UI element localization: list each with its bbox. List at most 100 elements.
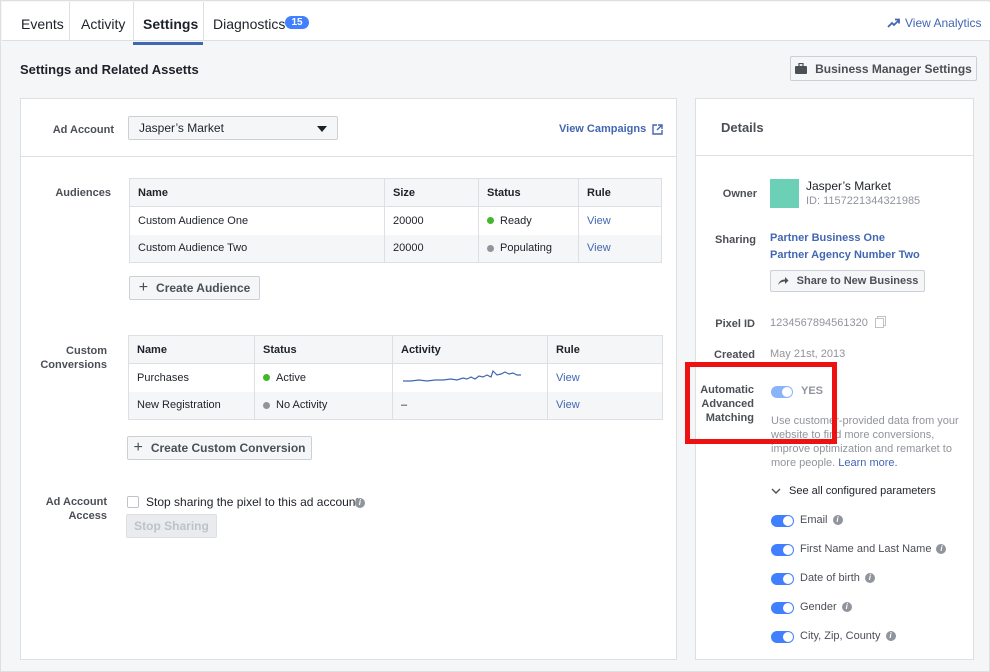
owner-label: Owner bbox=[722, 188, 757, 200]
share-to-new-business-button[interactable]: Share to New Business bbox=[770, 270, 925, 292]
conversion-status: Active bbox=[254, 363, 393, 392]
gender-param-toggle[interactable] bbox=[771, 602, 794, 614]
trending-up-icon bbox=[887, 18, 900, 28]
audience-size: 20000 bbox=[384, 234, 479, 263]
param-label: City, Zip, County i bbox=[800, 630, 896, 642]
activity-sparkline bbox=[403, 370, 521, 382]
view-analytics-link[interactable]: View Analytics bbox=[887, 16, 981, 30]
see-all-parameters-toggle[interactable]: See all configured parameters bbox=[771, 485, 936, 497]
audience-rule[interactable]: View bbox=[578, 206, 662, 235]
custom-conversions-label: Custom Conversions bbox=[40, 345, 107, 371]
sharing-partner-link[interactable]: Partner Business One bbox=[770, 232, 885, 244]
info-icon[interactable]: i bbox=[885, 631, 896, 642]
created-date: May 21st, 2013 bbox=[770, 348, 846, 360]
conversion-activity: – bbox=[392, 391, 548, 420]
param-label: Email i bbox=[800, 514, 843, 526]
created-label: Created bbox=[714, 349, 755, 361]
active-tab-indicator bbox=[133, 42, 203, 45]
business-manager-settings-button[interactable]: Business Manager Settings bbox=[790, 56, 977, 81]
name-param-toggle[interactable] bbox=[771, 544, 794, 556]
conversion-name: New Registration bbox=[128, 391, 255, 420]
audience-name: Custom Audience Two bbox=[129, 234, 385, 263]
sharing-partner-link[interactable]: Partner Agency Number Two bbox=[770, 249, 920, 261]
create-custom-conversion-button[interactable]: + Create Custom Conversion bbox=[127, 436, 312, 460]
external-link-icon bbox=[652, 123, 663, 135]
ad-account-access-label: Ad Account Access bbox=[45, 496, 107, 522]
info-icon[interactable]: i bbox=[841, 602, 852, 613]
conversion-status: No Activity bbox=[254, 391, 393, 420]
ad-account-label: Ad Account bbox=[52, 124, 114, 136]
column-header: Status bbox=[478, 178, 579, 207]
audiences-table: Name Size Status Rule Custom Audience On… bbox=[129, 178, 662, 263]
table-row: Custom Audience Two 20000 Populating Vie… bbox=[129, 234, 662, 263]
details-header: Details bbox=[696, 99, 973, 156]
status-dot-icon bbox=[487, 217, 494, 225]
custom-conversions-table: Name Status Activity Rule Purchases Acti… bbox=[128, 335, 663, 420]
view-campaigns-link[interactable]: View Campaigns bbox=[559, 123, 663, 135]
stop-sharing-checkbox[interactable] bbox=[127, 496, 139, 508]
info-icon[interactable]: i bbox=[864, 573, 875, 584]
tab-events[interactable]: Events bbox=[2, 2, 70, 41]
column-header: Size bbox=[384, 178, 479, 207]
conversion-activity bbox=[392, 363, 548, 392]
pixel-id-value: 1234567894561320 bbox=[770, 317, 884, 329]
page-title: Settings and Related Assetts bbox=[20, 62, 199, 77]
info-icon[interactable]: i bbox=[354, 497, 365, 508]
tab-bar: Events Activity Settings Diagnostics 15 … bbox=[2, 2, 990, 41]
pixel-settings-frame: Events Activity Settings Diagnostics 15 … bbox=[0, 0, 990, 672]
dob-param-toggle[interactable] bbox=[771, 573, 794, 585]
pixel-id-label: Pixel ID bbox=[715, 318, 755, 330]
chevron-down-icon bbox=[317, 126, 327, 132]
stop-sharing-checkbox-label: Stop sharing the pixel to this ad accoun… bbox=[146, 495, 365, 509]
audience-status: Populating bbox=[478, 234, 579, 263]
email-param-toggle[interactable] bbox=[771, 515, 794, 527]
status-dot-icon bbox=[487, 244, 494, 252]
diagnostics-count-badge: 15 bbox=[285, 16, 309, 29]
tab-activity[interactable]: Activity bbox=[70, 2, 134, 41]
conversion-name: Purchases bbox=[128, 363, 255, 392]
audience-size: 20000 bbox=[384, 206, 479, 235]
column-header: Activity bbox=[392, 335, 548, 364]
status-dot-icon bbox=[263, 374, 270, 382]
table-row: New Registration No Activity – View bbox=[128, 391, 663, 420]
details-title: Details bbox=[721, 120, 764, 135]
learn-more-link[interactable]: Learn more. bbox=[838, 457, 897, 469]
audiences-label: Audiences bbox=[55, 187, 111, 199]
conversion-rule[interactable]: View bbox=[547, 391, 663, 420]
highlight-box bbox=[685, 362, 837, 444]
audience-name: Custom Audience One bbox=[129, 206, 385, 235]
ad-account-select[interactable]: Jasper’s Market bbox=[128, 116, 338, 140]
settings-panel: Ad Account Jasper’s Market View Campaign… bbox=[20, 98, 677, 660]
info-icon[interactable]: i bbox=[832, 515, 843, 526]
owner-avatar bbox=[770, 179, 799, 208]
column-header: Rule bbox=[547, 335, 663, 364]
audience-rule[interactable]: View bbox=[578, 234, 662, 263]
owner-name: Jasper’s Market bbox=[806, 179, 891, 193]
create-audience-button[interactable]: + Create Audience bbox=[129, 276, 260, 300]
briefcase-icon bbox=[795, 63, 808, 74]
copy-icon[interactable] bbox=[874, 318, 884, 329]
ad-account-row: Ad Account Jasper’s Market View Campaign… bbox=[21, 99, 676, 157]
info-icon[interactable]: i bbox=[936, 544, 947, 555]
column-header: Rule bbox=[578, 178, 662, 207]
column-header: Status bbox=[254, 335, 393, 364]
table-row: Custom Audience One 20000 Ready View bbox=[129, 206, 662, 235]
tab-settings[interactable]: Settings bbox=[134, 2, 204, 41]
plus-icon: + bbox=[133, 439, 143, 456]
owner-id: ID: 1157221344321985 bbox=[806, 195, 921, 207]
param-label: First Name and Last Name i bbox=[800, 543, 947, 555]
location-param-toggle[interactable] bbox=[771, 631, 794, 643]
column-header: Name bbox=[129, 178, 385, 207]
chevron-down-icon bbox=[771, 488, 781, 494]
share-arrow-icon bbox=[777, 277, 789, 285]
status-dot-icon bbox=[263, 401, 270, 409]
conversion-rule[interactable]: View bbox=[547, 363, 663, 392]
audience-status: Ready bbox=[478, 206, 579, 235]
stop-sharing-button[interactable]: Stop Sharing bbox=[126, 514, 217, 538]
column-header: Name bbox=[128, 335, 255, 364]
plus-icon: + bbox=[138, 279, 149, 296]
sharing-label: Sharing bbox=[715, 234, 756, 246]
table-row: Purchases Active View bbox=[128, 363, 663, 392]
param-label: Gender i bbox=[800, 601, 852, 613]
param-label: Date of birth i bbox=[800, 572, 875, 584]
